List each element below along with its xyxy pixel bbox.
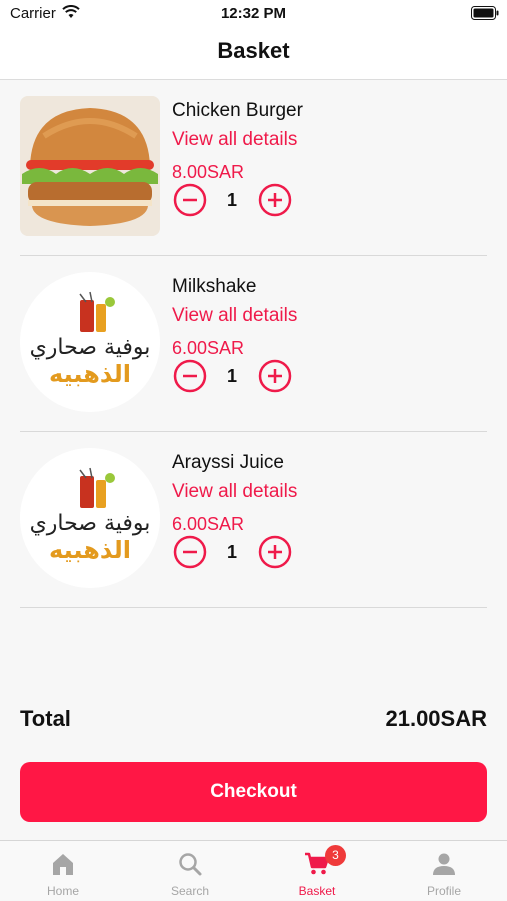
nav-bar: Basket bbox=[0, 30, 507, 80]
decrease-quantity-button[interactable] bbox=[173, 359, 207, 393]
view-details-link[interactable]: View all details bbox=[172, 129, 297, 151]
battery-icon bbox=[471, 6, 499, 20]
quantity-value: 1 bbox=[226, 190, 237, 210]
tab-label: Basket bbox=[298, 884, 336, 898]
total-value: 21.00SAR bbox=[385, 706, 487, 731]
item-name: Milkshake bbox=[172, 276, 257, 297]
view-details-link[interactable]: View all details bbox=[172, 481, 297, 503]
tab-profile[interactable]: Profile bbox=[381, 841, 507, 901]
tab-search[interactable]: Search bbox=[127, 841, 253, 901]
buffet-logo: بوفية صحاري الذهبيه bbox=[20, 272, 160, 412]
checkout-button[interactable]: Checkout bbox=[20, 762, 487, 822]
logo-text-line1: بوفية صحاري bbox=[30, 511, 151, 536]
profile-icon bbox=[433, 853, 455, 875]
tab-label: Search bbox=[170, 884, 210, 898]
home-icon bbox=[53, 854, 73, 875]
item-price: 8.00SAR bbox=[172, 162, 245, 182]
burger-photo bbox=[20, 96, 160, 236]
basket-item-chicken-burger: Chicken Burger View all details 8.00SAR … bbox=[20, 80, 487, 256]
tab-basket[interactable]: 3 Basket bbox=[254, 841, 380, 901]
decrease-quantity-button[interactable] bbox=[173, 183, 207, 217]
increase-quantity-button[interactable] bbox=[258, 183, 292, 217]
search-icon bbox=[179, 853, 202, 876]
tab-label: Home bbox=[46, 884, 79, 898]
basket-item-milkshake: بوفية صحاري الذهبيه Milkshake View all d… bbox=[20, 256, 487, 432]
item-name: Chicken Burger bbox=[172, 100, 303, 121]
item-price: 6.00SAR bbox=[172, 514, 245, 534]
basket-item-arayssi-juice: بوفية صحاري الذهبيه Arayssi Juice View a… bbox=[20, 432, 487, 608]
decrease-quantity-button[interactable] bbox=[173, 535, 207, 569]
tab-home[interactable]: Home bbox=[0, 841, 126, 901]
item-name: Arayssi Juice bbox=[172, 452, 284, 473]
page-title: Basket bbox=[217, 38, 290, 63]
quantity-value: 1 bbox=[226, 542, 237, 562]
logo-text-line2: الذهبيه bbox=[49, 536, 131, 564]
increase-quantity-button[interactable] bbox=[258, 359, 292, 393]
view-details-link[interactable]: View all details bbox=[172, 305, 297, 327]
tab-bar: Home Search 3 Basket Profile bbox=[0, 840, 507, 900]
logo-text-line1: بوفية صحاري bbox=[30, 335, 151, 360]
tab-label: Profile bbox=[426, 884, 461, 898]
increase-quantity-button[interactable] bbox=[258, 535, 292, 569]
status-time: 12:32 PM bbox=[220, 5, 287, 22]
status-bar: Carrier 12:32 PM bbox=[0, 0, 507, 30]
quantity-value: 1 bbox=[226, 366, 237, 386]
cart-count-badge: 3 bbox=[325, 845, 346, 866]
buffet-logo: بوفية صحاري الذهبيه bbox=[20, 448, 160, 588]
total-label: Total bbox=[20, 706, 71, 731]
logo-text-line2: الذهبيه bbox=[49, 360, 131, 388]
item-price: 6.00SAR bbox=[172, 338, 245, 358]
